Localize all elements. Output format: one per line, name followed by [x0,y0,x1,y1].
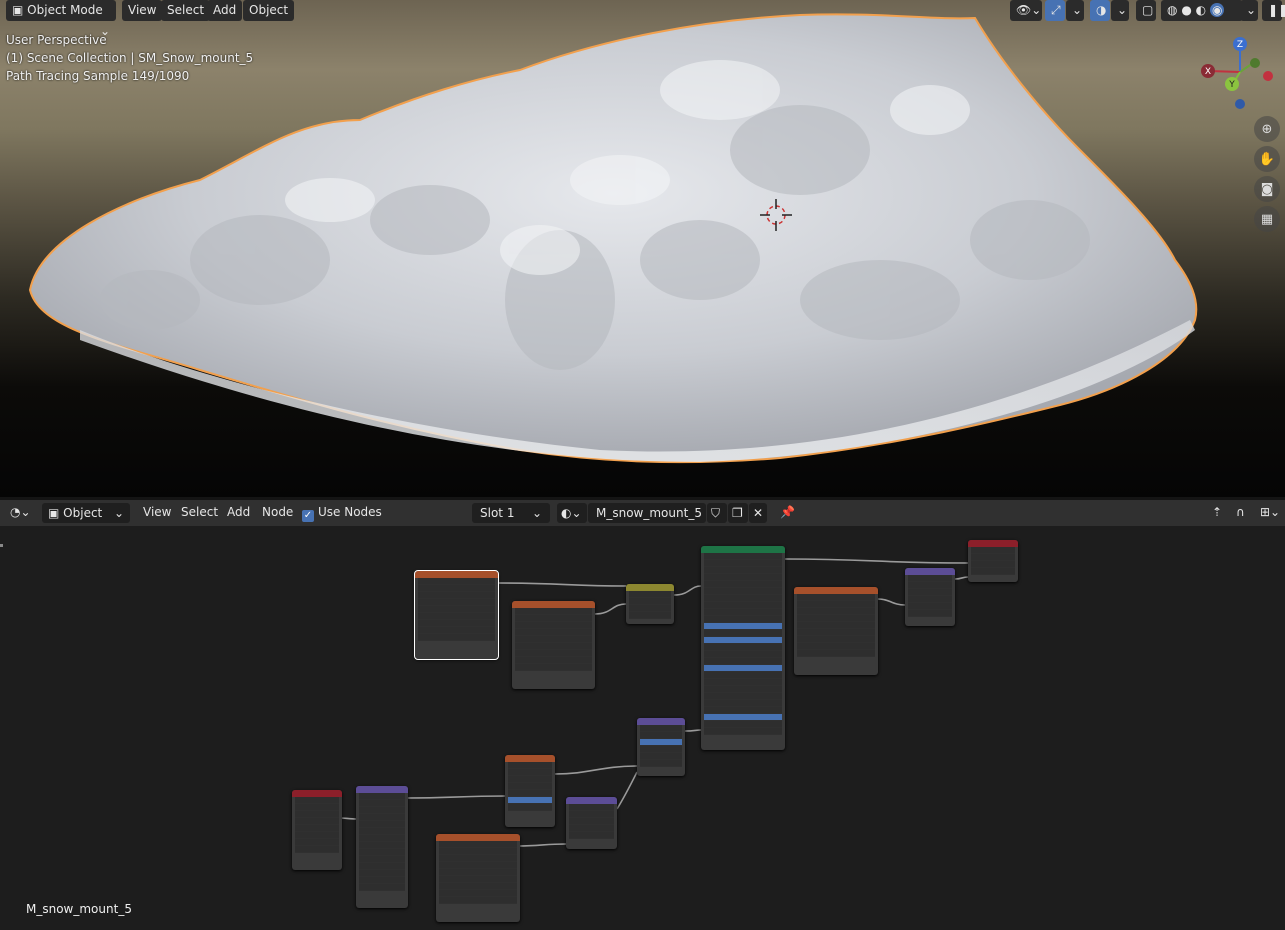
svg-text:Y: Y [1228,80,1235,90]
chevron-down-icon[interactable]: ⌄ [1066,0,1084,21]
zoom-icon[interactable]: ⊕ [1254,116,1280,142]
menu-object[interactable]: Object [243,0,295,21]
xray-icon[interactable]: ▢ [1136,0,1156,21]
material-name-footer: M_snow_mount_5 [26,902,132,916]
snap-settings-icon[interactable]: ⊞⌄ [1254,502,1282,523]
menu-view[interactable]: View [122,0,163,21]
gizmo-neg-y-axis[interactable] [1250,58,1260,68]
ne-menu-select[interactable]: Select [175,502,224,523]
collection-label: (1) Scene Collection | SM_Snow_mount_5 [6,51,254,65]
node-material-output[interactable] [968,540,1018,582]
material-shading-icon[interactable]: ◐ [1196,3,1206,17]
rendered-shading-icon[interactable]: ◉ [1209,3,1225,17]
node-image-texture-height[interactable] [794,587,878,675]
node-image-texture-normal[interactable] [436,834,520,922]
area-corner-icon[interactable] [0,544,3,547]
chevron-down-icon: ⌄ [531,506,542,520]
node-image-texture-roughness[interactable] [512,601,595,689]
svg-text:X: X [1205,67,1211,77]
chevron-down-icon[interactable]: ⌄ [1240,0,1258,21]
gizmo-toggle-icon[interactable]: ⤢ [1045,0,1065,21]
gizmo-neg-z-axis[interactable] [1235,99,1245,109]
node-editor-header: ◔⌄ ▣ Object ⌄ View Select Add Node ✓ Use … [0,500,1285,526]
node-normal-map[interactable] [566,797,617,849]
view-name-label: User Perspective [6,33,107,47]
checkmark-icon: ✓ [302,510,314,522]
node-texture-coordinate[interactable] [292,790,342,870]
object-icon: ▣ [48,506,60,520]
solid-shading-icon[interactable]: ● [1181,3,1191,17]
navigation-gizmo[interactable]: Z X Y [1195,34,1285,114]
duplicate-material-icon[interactable]: ❐ [728,503,748,523]
node-image-texture-base-color[interactable] [414,570,499,660]
use-nodes-checkbox[interactable]: ✓ Use Nodes [296,502,388,523]
fake-user-shield-icon[interactable]: ⛉ [707,503,727,523]
chevron-down-icon: ⌄ [113,506,124,520]
shading-modes[interactable]: ◍ ● ◐ ◉ [1161,0,1243,21]
object-mode-icon: ▣ [12,3,24,17]
mode-dropdown[interactable]: ▣ Object Mode ⌄ [6,0,116,38]
node-mapping[interactable] [356,786,408,908]
editor-type-icon[interactable]: ◔⌄ [4,502,38,523]
node-principled-bsdf[interactable] [701,546,785,750]
pin-icon[interactable]: 📌 [774,502,795,523]
gizmo-neg-x-axis[interactable] [1263,71,1273,81]
svg-text:Z: Z [1237,40,1243,50]
material-name-field[interactable]: M_snow_mount_5 [588,503,706,523]
material-browse-icon[interactable]: ◐⌄ [557,503,587,523]
node-bump[interactable] [637,718,685,776]
parent-node-tree-icon[interactable]: ⇡ [1206,502,1226,523]
menu-select[interactable]: Select [161,0,211,21]
visibility-eye-icon[interactable]: 👁⌄ [1010,0,1042,21]
snap-magnet-icon[interactable]: ∩ [1230,502,1250,523]
ne-menu-node[interactable]: Node [256,502,299,523]
node-noise-texture[interactable] [505,755,555,827]
unlink-close-icon[interactable]: ✕ [749,503,767,523]
camera-icon[interactable]: ◙ [1254,176,1280,202]
chevron-down-icon[interactable]: ⌄ [1111,0,1129,21]
slot-dropdown[interactable]: Slot 1 ⌄ [472,503,550,523]
node-displacement[interactable] [905,568,955,626]
hand-pan-icon[interactable]: ✋ [1254,146,1280,172]
render-sample-label: Path Tracing Sample 149/1090 [6,69,190,83]
node-bright-contrast[interactable] [626,584,674,624]
3d-viewport[interactable]: ▣ Object Mode ⌄ View Select Add Object 👁… [0,0,1285,497]
node-editor-canvas[interactable] [0,526,1285,930]
wireframe-shading-icon[interactable]: ◍ [1167,3,1177,17]
pause-render-icon[interactable]: ❚❚ [1262,0,1285,21]
viewport-header: ▣ Object Mode ⌄ View Select Add Object 👁… [0,0,1285,38]
snow-mound-render [28,13,1198,464]
grid-icon[interactable]: ▦ [1254,206,1280,232]
object-type-dropdown[interactable]: ▣ Object ⌄ [42,503,130,523]
ne-menu-add[interactable]: Add [221,502,256,523]
ne-menu-view[interactable]: View [137,502,177,523]
overlays-icon[interactable]: ◑ [1090,0,1110,21]
menu-add[interactable]: Add [207,0,243,21]
